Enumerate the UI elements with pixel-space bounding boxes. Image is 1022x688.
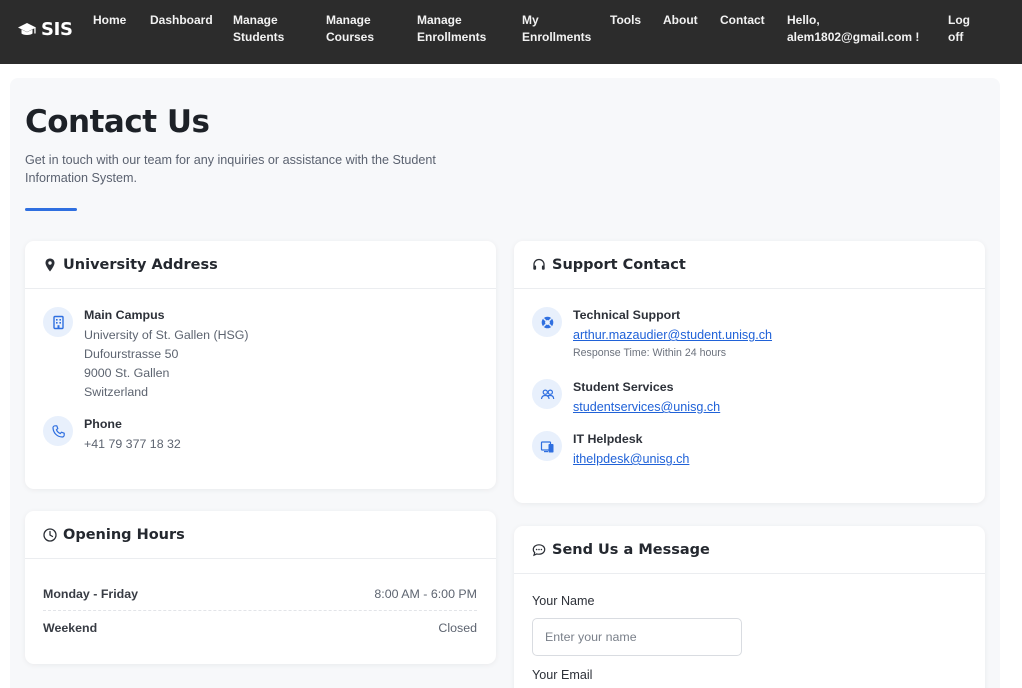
nav-manage-enrollments[interactable]: Manage Enrollments <box>417 12 486 46</box>
nav-about[interactable]: About <box>663 12 698 29</box>
nav-manage-enrollments-line2: Enrollments <box>417 30 487 44</box>
campus-title: Main Campus <box>84 308 165 322</box>
address-card-header: University Address <box>25 241 496 289</box>
nav-home[interactable]: Home <box>93 12 126 29</box>
nav-manage-courses-line1: Manage <box>326 13 371 27</box>
message-card: Send Us a Message Your Name Your Email <box>514 526 985 688</box>
email-label: Your Email <box>532 668 593 682</box>
hours-day: Monday - Friday <box>43 587 139 601</box>
clock-icon <box>43 527 57 542</box>
nav-my-enrollments-line1: My <box>522 13 539 27</box>
hours-row-weekend: Weekend Closed <box>43 621 477 635</box>
nav-logoff-line1: Log <box>948 13 970 27</box>
support-item-title: IT Helpdesk <box>573 432 643 446</box>
support-email-link[interactable]: ithelpdesk@unisg.ch <box>573 449 689 469</box>
nav-user-greeting[interactable]: Hello, alem1802@gmail.com ! <box>787 12 919 46</box>
hours-card-header: Opening Hours <box>25 511 496 559</box>
campus-row: Main Campus University of St. Gallen (HS… <box>43 307 249 402</box>
support-card: Support Contact Technical Support arthur… <box>514 241 985 503</box>
phone-icon <box>43 416 73 446</box>
devices-icon <box>532 431 562 461</box>
nav-about-label: About <box>663 13 698 27</box>
title-underline <box>25 208 77 211</box>
brand-name: SIS <box>41 19 73 40</box>
nav-manage-students[interactable]: Manage Students <box>233 12 284 46</box>
nav-dashboard-label: Dashboard <box>150 13 213 27</box>
name-label: Your Name <box>532 594 595 608</box>
nav-greeting-line1: Hello, <box>787 13 820 27</box>
response-time-note: Response Time: Within 24 hours <box>573 347 727 359</box>
nav-dashboard[interactable]: Dashboard <box>150 12 213 29</box>
page-subtitle: Get in touch with our team for any inqui… <box>25 153 436 185</box>
support-email-link[interactable]: studentservices@unisg.ch <box>573 397 720 417</box>
support-item-title: Student Services <box>573 380 674 394</box>
nav-my-enrollments-line2: Enrollments <box>522 30 592 44</box>
map-pin-icon <box>43 258 57 272</box>
address-card: University Address Main Campus Universit… <box>25 241 496 489</box>
hours-card-title: Opening Hours <box>63 526 185 543</box>
hours-row-weekdays: Monday - Friday 8:00 AM - 6:00 PM <box>43 587 477 601</box>
hours-card: Opening Hours Monday - Friday 8:00 AM - … <box>25 511 496 664</box>
support-item-it-helpdesk: IT Helpdesk ithelpdesk@unisg.ch <box>532 431 689 469</box>
nav-manage-enrollments-line1: Manage <box>417 13 462 27</box>
nav-logoff-line2: off <box>948 30 964 44</box>
address-line: University of St. Gallen (HSG) <box>84 328 249 342</box>
hours-time: 8:00 AM - 6:00 PM <box>374 587 477 601</box>
users-icon <box>532 379 562 409</box>
address-card-title: University Address <box>63 256 218 273</box>
page-title: Contact Us <box>25 104 210 140</box>
nav-manage-courses-line2: Courses <box>326 30 375 44</box>
address-line: Switzerland <box>84 385 149 399</box>
nav-logoff[interactable]: Log off <box>948 12 970 46</box>
lifebuoy-icon <box>532 307 562 337</box>
nav-contact-label: Contact <box>720 13 765 27</box>
nav-tools[interactable]: Tools <box>610 12 641 29</box>
nav-my-enrollments[interactable]: My Enrollments <box>522 12 591 46</box>
support-item-student-services: Student Services studentservices@unisg.c… <box>532 379 720 417</box>
phone-value[interactable]: +41 79 377 18 32 <box>84 435 181 454</box>
nav-manage-courses[interactable]: Manage Courses <box>326 12 374 46</box>
support-item-technical: Technical Support arthur.mazaudier@stude… <box>532 307 772 361</box>
headset-icon <box>532 258 546 272</box>
message-card-header: Send Us a Message <box>514 526 985 574</box>
hours-day: Weekend <box>43 621 98 635</box>
support-card-header: Support Contact <box>514 241 985 289</box>
support-card-title: Support Contact <box>552 256 686 273</box>
address-line: Dufourstrasse 50 <box>84 347 179 361</box>
nav-greeting-email: alem1802@gmail.com ! <box>787 30 920 44</box>
nav-contact[interactable]: Contact <box>720 12 765 29</box>
chat-bubble-icon <box>532 543 546 557</box>
nav-manage-students-line1: Manage <box>233 13 278 27</box>
support-email-link[interactable]: arthur.mazaudier@student.unisg.ch <box>573 325 772 345</box>
phone-title: Phone <box>84 417 122 431</box>
nav-tools-label: Tools <box>610 13 642 27</box>
hours-time: Closed <box>438 621 477 635</box>
name-input[interactable] <box>532 618 742 656</box>
nav-home-label: Home <box>93 13 127 27</box>
support-item-title: Technical Support <box>573 308 681 322</box>
address-line: 9000 St. Gallen <box>84 366 170 380</box>
phone-row: Phone +41 79 377 18 32 <box>43 416 181 454</box>
building-icon <box>43 307 73 337</box>
brand-logo[interactable]: SIS <box>17 19 73 40</box>
graduation-cap-icon <box>18 22 36 35</box>
hours-divider <box>43 610 477 611</box>
top-navbar: SIS Home Dashboard Manage Students Manag… <box>0 0 1022 64</box>
message-card-title: Send Us a Message <box>552 541 710 558</box>
nav-manage-students-line2: Students <box>233 30 285 44</box>
